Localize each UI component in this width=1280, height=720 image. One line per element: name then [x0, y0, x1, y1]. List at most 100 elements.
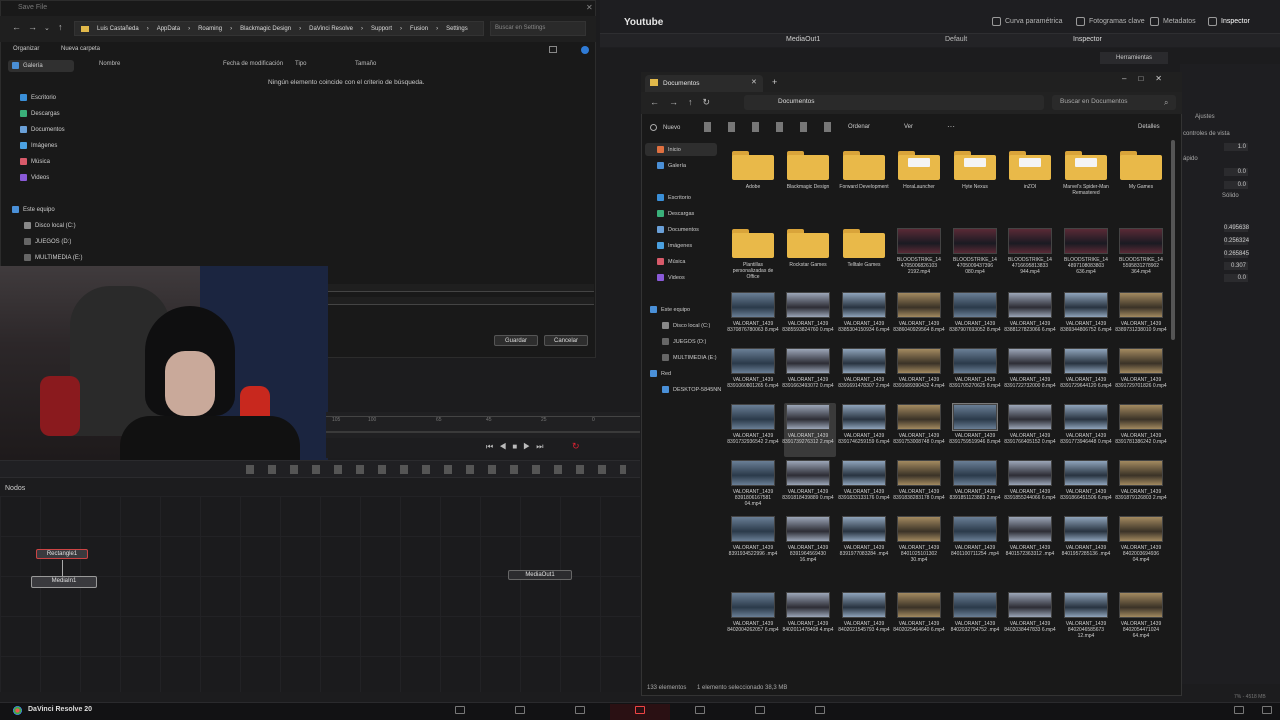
up-arrow-icon[interactable]: ↑ — [58, 22, 63, 32]
keyframes-tool-button[interactable]: Fotogramas clave — [1076, 17, 1145, 26]
sidebar-item-videos[interactable]: Videos — [20, 174, 49, 181]
sidebar-item-drive-e[interactable]: MULTIMEDIA (E:) — [24, 254, 83, 261]
video-tile[interactable]: VALORANT_1439 8391977083284 .mp4 — [838, 516, 890, 557]
video-tile[interactable]: VALORANT_1439 8401100711254 .mp4 — [949, 516, 1001, 557]
video-tile[interactable]: VALORANT_1439 8391753008748 0.mp4 — [893, 404, 945, 445]
video-tile[interactable]: VALORANT_1439 8386040929564 8.mp4 — [893, 292, 945, 333]
ex-sidebar-videos[interactable]: Videos — [657, 274, 685, 281]
video-tile[interactable]: BLOODSTRIKE_14 4897108083803 636.mp4 — [1060, 228, 1112, 275]
explorer-search-input[interactable]: Buscar en Documentos — [1052, 95, 1176, 110]
column-header-name[interactable]: Nombre — [99, 61, 120, 67]
video-tile[interactable]: VALORANT_1439 8401957285136 .mp4 — [1060, 516, 1112, 557]
node-mediain[interactable]: MediaIn1 — [31, 576, 97, 588]
metadata-tool-button[interactable]: Metadatos — [1150, 17, 1196, 26]
video-tile[interactable]: VALORANT_1439 8402046585673 12.mp4 — [1060, 592, 1112, 639]
sidebar-item-music[interactable]: Música — [20, 158, 50, 165]
new-folder-button[interactable]: Nueva carpeta — [61, 46, 100, 52]
inspector-value[interactable]: 0.256324 — [1224, 237, 1249, 245]
new-button[interactable]: Nuevo — [650, 124, 680, 131]
video-tile[interactable]: VALORANT_1439 8385593824760 0.mp4 — [782, 292, 834, 333]
back-arrow-icon[interactable]: ← — [12, 22, 21, 32]
breadcrumb[interactable]: DaVinci Resolve — [309, 26, 353, 32]
video-tile[interactable]: VALORANT_1439 8391663493072 0.mp4 — [782, 348, 834, 389]
breadcrumb[interactable]: AppData — [157, 26, 180, 32]
new-tab-icon[interactable]: + — [772, 77, 777, 87]
ex-sidebar-drive-d[interactable]: JUEGOS (D:) — [662, 338, 706, 345]
video-tile[interactable]: VALORANT_1439 8402054471024 64.mp4 — [1115, 592, 1167, 639]
playback-icons[interactable]: ⏮◀■▶⏭ — [486, 442, 550, 452]
ex-sidebar-desktop[interactable]: Escritorio — [657, 194, 691, 201]
video-tile[interactable]: VALORANT_1439 8391705270625 8.mp4 — [949, 348, 1001, 389]
cancel-button[interactable]: Cancelar — [544, 335, 588, 346]
ex-sidebar-downloads[interactable]: Descargas — [657, 210, 694, 217]
save-button[interactable]: Guardar — [494, 335, 538, 346]
inspector-value[interactable]: 0.307 — [1224, 262, 1248, 270]
video-tile[interactable]: VALORANT_1439 8388127823066 6.mp4 — [1004, 292, 1056, 333]
video-tile[interactable]: VALORANT_1439 8391781386242 0.mp4 — [1115, 404, 1167, 445]
video-tile[interactable]: VALORANT_1439 8385304150934 6.mp4 — [838, 292, 890, 333]
breadcrumb[interactable]: Support — [371, 26, 392, 32]
view-icon[interactable] — [549, 46, 557, 53]
edit-page-icon[interactable] — [575, 706, 585, 714]
folder-tile[interactable]: Forward Development — [838, 150, 890, 190]
ex-sidebar-drive-c[interactable]: Disco local (C:) — [662, 322, 710, 329]
column-header-size[interactable]: Tamaño — [355, 61, 376, 67]
viewer-mode-select[interactable]: Default — [945, 36, 967, 43]
video-tile[interactable]: VALORANT_1439 8391818439889 0.mp4 — [782, 460, 834, 501]
video-tile[interactable]: VALORANT_1439 8391806167581 04.mp4 — [727, 460, 779, 507]
video-tile[interactable]: VALORANT_1439 8391855244066 6.mp4 — [1004, 460, 1056, 501]
column-header-date[interactable]: Fecha de modificación — [223, 61, 283, 67]
fairlight-page-icon[interactable] — [755, 706, 765, 714]
folder-tile[interactable]: Rockstar Games — [782, 228, 834, 268]
video-tile[interactable]: VALORANT_1439 8391759519946 8.mp4 — [949, 403, 1001, 445]
node-editor[interactable] — [0, 496, 640, 692]
video-tile[interactable]: VALORANT_1439 8402038447833 6.mp4 — [1004, 592, 1056, 633]
scrub-bar[interactable] — [326, 431, 640, 433]
inspector-value[interactable]: 0.265845 — [1224, 250, 1249, 258]
deliver-page-icon[interactable] — [815, 706, 825, 714]
video-tile[interactable]: VALORANT_1439 8391689390432 4.mp4 — [893, 348, 945, 389]
loop-icon[interactable]: ↻ — [572, 441, 580, 452]
inspector-tool-button[interactable]: Inspector — [1208, 17, 1250, 26]
video-tile[interactable]: VALORANT_1439 8391851123883 2.mp4 — [949, 460, 1001, 501]
inspector-value[interactable]: 0.495638 — [1224, 224, 1249, 232]
sidebar-item-desktop[interactable]: Escritorio — [20, 94, 56, 101]
ex-sidebar-pictures[interactable]: Imágenes — [657, 242, 692, 249]
video-tile[interactable]: VALORANT_1439 8391964569430 16.mp4 — [782, 516, 834, 563]
video-tile[interactable]: VALORANT_1439 8387907693052 8.mp4 — [949, 292, 1001, 333]
video-tile[interactable]: VALORANT_1439 8389344806752 6.mp4 — [1060, 292, 1112, 333]
folder-tile[interactable]: inZOI — [1004, 150, 1056, 190]
video-tile[interactable]: VALORANT_1439 8391833133176 0.mp4 — [838, 460, 890, 501]
video-tile[interactable]: VALORANT_1439 8389731238010 9.mp4 — [1115, 292, 1167, 333]
nav-arrows-icon[interactable]: ←→↑↻ — [650, 97, 720, 108]
help-icon[interactable] — [581, 46, 589, 54]
video-tile[interactable]: VALORANT_1439 8391934522996 .mp4 — [727, 516, 779, 557]
folder-tile[interactable]: Marvel's Spider-Man Remastered — [1060, 150, 1112, 196]
breadcrumb[interactable]: Luis Castañeda — [97, 26, 139, 32]
home-icon[interactable] — [1234, 706, 1244, 714]
breadcrumb[interactable]: Fusion — [410, 26, 428, 32]
ex-sidebar-music[interactable]: Música — [657, 258, 685, 265]
folder-tile[interactable]: Adobe — [727, 150, 779, 190]
video-tile[interactable]: VALORANT_1439 8391866451506 6.mp4 — [1060, 460, 1112, 501]
video-tile[interactable]: VALORANT_1439 8391732936542 2.mp4 — [727, 404, 779, 445]
column-header-type[interactable]: Tipo — [295, 61, 306, 67]
ex-sidebar-documents[interactable]: Documentos — [657, 226, 699, 233]
folder-tile[interactable]: My Games — [1115, 150, 1167, 190]
video-tile[interactable]: VALORANT_1439 8402032794752 .mp4 — [949, 592, 1001, 633]
inspector-value[interactable]: 1.0 — [1224, 143, 1248, 151]
video-tile[interactable]: VALORANT_1439 8391766405152 0.mp4 — [1004, 404, 1056, 445]
video-tile[interactable]: BLOODSTRIKE_14 5595831278902 364.mp4 — [1115, 228, 1167, 275]
view-button[interactable]: Ver — [904, 124, 913, 130]
sidebar-item-downloads[interactable]: Descargas — [20, 110, 60, 117]
video-tile[interactable]: BLOODSTRIKE_14 4716695813833 944.mp4 — [1004, 228, 1056, 275]
forward-arrow-icon[interactable]: → — [28, 22, 37, 32]
color-page-icon[interactable] — [695, 706, 705, 714]
clipboard-icons[interactable] — [704, 122, 832, 132]
video-tile[interactable]: VALORANT_1439 8391729644120 6.mp4 — [1060, 348, 1112, 389]
sidebar-item-pictures[interactable]: Imágenes — [20, 142, 57, 149]
media-page-icon[interactable] — [455, 706, 465, 714]
mini-timeline[interactable]: 105 100 65 45 25 0 — [326, 412, 640, 438]
details-button[interactable]: Detalles — [1138, 124, 1160, 130]
video-tile[interactable]: VALORANT_1439 8391722732000 8.mp4 — [1004, 348, 1056, 389]
